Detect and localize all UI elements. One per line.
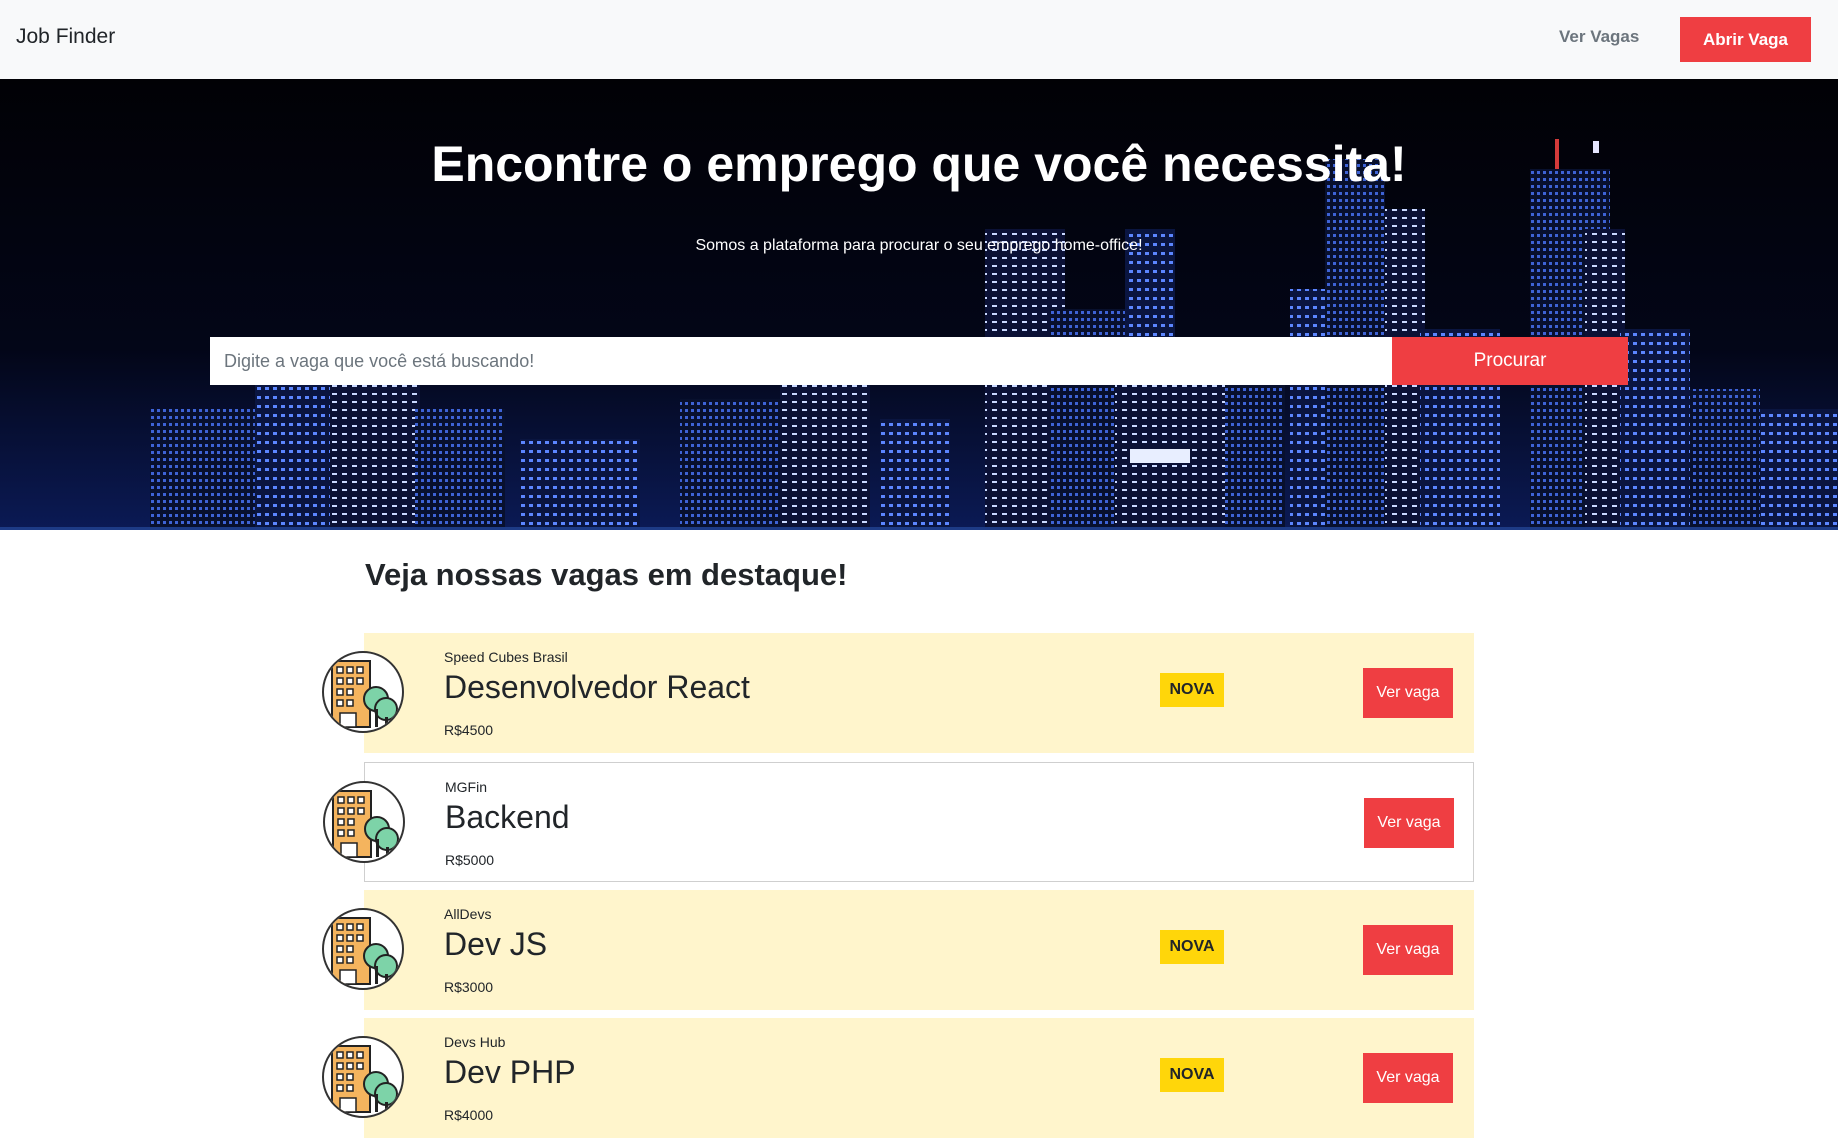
- job-company: Devs Hub: [444, 1034, 506, 1050]
- job-card: Speed Cubes Brasil Desenvolvedor React R…: [322, 633, 1474, 753]
- view-job-button[interactable]: Ver vaga: [1363, 925, 1453, 975]
- nav-link-ver-vagas[interactable]: Ver Vagas: [1559, 27, 1639, 47]
- view-job-button[interactable]: Ver vaga: [1363, 668, 1453, 718]
- job-title: Dev JS: [444, 926, 548, 962]
- building-with-trees-icon: [322, 908, 404, 990]
- search-button[interactable]: Procurar: [1392, 337, 1628, 385]
- abrir-vaga-button[interactable]: Abrir Vaga: [1680, 17, 1811, 62]
- job-salary: R$3000: [444, 979, 494, 995]
- job-title: Backend: [445, 799, 570, 835]
- hero-subtitle: Somos a plataforma para procurar o seu e…: [695, 237, 1143, 254]
- view-job-button[interactable]: Ver vaga: [1364, 798, 1454, 848]
- hero-title: Encontre o emprego que você necessita!: [431, 136, 1407, 192]
- building-with-trees-icon: [322, 651, 404, 733]
- job-card: MGFin Backend R$5000 Ver vaga: [323, 762, 1474, 882]
- job-company: MGFin: [445, 779, 487, 795]
- job-salary: R$4000: [444, 1107, 494, 1123]
- section-title: Veja nossas vagas em destaque!: [365, 557, 848, 592]
- building-with-trees-icon: [322, 1036, 404, 1118]
- new-badge: NOVA: [1160, 673, 1224, 707]
- job-salary: R$4500: [444, 722, 494, 738]
- building-with-trees-icon: [323, 781, 405, 863]
- job-title: Desenvolvedor React: [444, 669, 750, 705]
- job-search-input[interactable]: [210, 337, 1392, 385]
- job-company: AllDevs: [444, 906, 492, 922]
- job-card: AllDevs Dev JS R$3000 NOVA Ver vaga: [322, 890, 1474, 1010]
- brand-logo[interactable]: Job Finder: [16, 25, 115, 49]
- navbar: Job Finder Ver Vagas Abrir Vaga: [0, 0, 1838, 79]
- new-badge: NOVA: [1160, 930, 1224, 964]
- view-job-button[interactable]: Ver vaga: [1363, 1053, 1453, 1103]
- job-card: Devs Hub Dev PHP R$4000 NOVA Ver vaga: [322, 1018, 1474, 1138]
- job-title: Dev PHP: [444, 1054, 576, 1090]
- job-company: Speed Cubes Brasil: [444, 649, 568, 665]
- new-badge: NOVA: [1160, 1058, 1224, 1092]
- hero-banner: Encontre o emprego que você necessita! S…: [0, 79, 1838, 530]
- job-salary: R$5000: [445, 852, 495, 868]
